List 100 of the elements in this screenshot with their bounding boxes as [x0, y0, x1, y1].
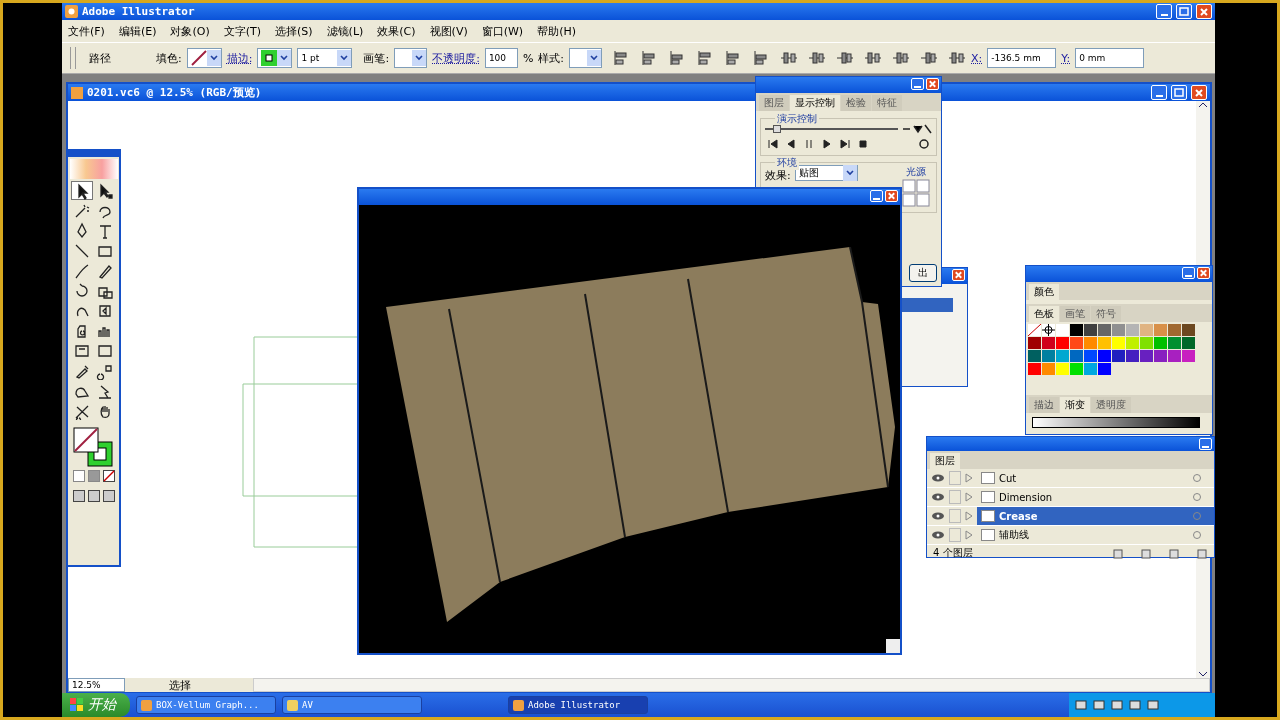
- color-swatch[interactable]: [1112, 350, 1125, 362]
- align-icon[interactable]: [808, 50, 827, 66]
- stroke-dropdown[interactable]: [257, 48, 293, 68]
- panel-tab[interactable]: 渐变: [1060, 397, 1090, 413]
- y-label[interactable]: Y:: [1061, 51, 1071, 65]
- color-swatch[interactable]: [1084, 350, 1097, 362]
- color-swatch[interactable]: [1056, 337, 1069, 349]
- slider-thumb[interactable]: [772, 125, 781, 133]
- eye-icon[interactable]: [931, 473, 945, 483]
- menu-item[interactable]: 帮助(H): [537, 23, 577, 39]
- maximize-button[interactable]: [1171, 85, 1187, 100]
- skip-back-icon[interactable]: [765, 138, 781, 150]
- color-swatch[interactable]: [1098, 350, 1111, 362]
- maximize-button[interactable]: [1176, 4, 1192, 19]
- color-swatch[interactable]: [1042, 363, 1055, 375]
- tool-icon[interactable]: [71, 181, 93, 200]
- minimize-button[interactable]: [870, 190, 883, 202]
- color-swatch[interactable]: [1098, 324, 1111, 336]
- screen-mode-icon[interactable]: [102, 490, 115, 502]
- x-label[interactable]: X:: [971, 51, 983, 65]
- panel-tab[interactable]: 图层: [930, 453, 960, 469]
- stroke-label[interactable]: 描边:: [226, 50, 253, 66]
- color-swatch[interactable]: [1084, 324, 1097, 336]
- fill-stroke-icon[interactable]: [71, 426, 116, 468]
- menu-item[interactable]: 对象(O): [170, 23, 210, 39]
- menu-item[interactable]: 视图(V): [429, 23, 468, 39]
- x-field[interactable]: -136.5 mm: [987, 48, 1057, 68]
- new-layer-icon[interactable]: [1168, 547, 1180, 559]
- color-swatch[interactable]: [1168, 350, 1181, 362]
- color-swatch[interactable]: [1042, 350, 1055, 362]
- scroll-up-icon[interactable]: [1198, 101, 1208, 109]
- eye-icon[interactable]: [931, 492, 945, 502]
- brush-dropdown[interactable]: [394, 48, 428, 68]
- skip-forward-icon[interactable]: [837, 138, 853, 150]
- color-swatch[interactable]: [1056, 324, 1069, 336]
- layer-row[interactable]: Cut: [977, 469, 1214, 487]
- align-icon[interactable]: [864, 50, 883, 66]
- lock-toggle-icon[interactable]: [949, 490, 961, 504]
- color-swatch[interactable]: [1070, 363, 1083, 375]
- minimize-button[interactable]: [1199, 438, 1212, 450]
- new-sublayer-icon[interactable]: [1112, 547, 1124, 559]
- lock-toggle-icon[interactable]: [949, 471, 961, 485]
- none-swatch[interactable]: [1028, 324, 1041, 336]
- panel-tab[interactable]: 描边: [1029, 397, 1059, 413]
- color-swatch[interactable]: [1070, 324, 1083, 336]
- resize-grip-icon[interactable]: [886, 639, 900, 653]
- color-swatch[interactable]: [1098, 337, 1111, 349]
- color-swatch[interactable]: [1126, 350, 1139, 362]
- registration-swatch[interactable]: [1042, 324, 1055, 336]
- start-button[interactable]: 开始: [62, 693, 130, 717]
- color-swatch[interactable]: [1028, 337, 1041, 349]
- color-swatch[interactable]: [1154, 337, 1167, 349]
- horizontal-scrollbar[interactable]: [253, 678, 1210, 692]
- color-swatch[interactable]: [1154, 324, 1167, 336]
- panel-tab[interactable]: 图层: [759, 95, 789, 111]
- color-swatch[interactable]: [1154, 350, 1167, 362]
- panel-tab[interactable]: 符号: [1091, 306, 1121, 322]
- panel-tab[interactable]: 特征: [872, 95, 902, 111]
- close-button[interactable]: [885, 190, 898, 202]
- color-swatch[interactable]: [1112, 324, 1125, 336]
- close-button[interactable]: [1197, 267, 1210, 279]
- color-swatch[interactable]: [1028, 363, 1041, 375]
- menu-item[interactable]: 窗口(W): [481, 23, 524, 39]
- opacity-field[interactable]: 100: [484, 48, 518, 68]
- menu-item[interactable]: 文件(F): [68, 23, 105, 39]
- align-icon[interactable]: [892, 50, 911, 66]
- close-button[interactable]: [1196, 4, 1212, 19]
- taskbar-button[interactable]: Adobe Illustrator: [508, 696, 648, 714]
- color-swatch[interactable]: [1056, 363, 1069, 375]
- close-button[interactable]: [926, 78, 939, 90]
- align-icon[interactable]: [948, 50, 967, 66]
- color-swatch[interactable]: [1140, 350, 1153, 362]
- color-mode-icon[interactable]: [72, 470, 85, 482]
- gradient-bar[interactable]: [1032, 417, 1200, 428]
- menu-item[interactable]: 滤镜(L): [326, 23, 364, 39]
- y-field[interactable]: 0 mm: [1075, 48, 1145, 68]
- lock-toggle-icon[interactable]: [949, 509, 961, 523]
- close-button[interactable]: [1191, 85, 1207, 100]
- fill-dropdown[interactable]: [186, 48, 222, 68]
- minimize-button[interactable]: [1156, 4, 1172, 19]
- color-swatch[interactable]: [1084, 363, 1097, 375]
- color-swatch[interactable]: [1140, 324, 1153, 336]
- color-swatch[interactable]: [1084, 337, 1097, 349]
- color-swatch[interactable]: [1182, 350, 1195, 362]
- color-swatch[interactable]: [1070, 350, 1083, 362]
- color-swatch[interactable]: [1182, 324, 1195, 336]
- color-swatch[interactable]: [1182, 337, 1195, 349]
- screen-mode-icon[interactable]: [72, 490, 85, 502]
- style-dropdown[interactable]: [569, 48, 603, 68]
- menu-item[interactable]: 选择(S): [275, 23, 313, 39]
- color-swatch[interactable]: [1042, 337, 1055, 349]
- taskbar-button[interactable]: BOX-Vellum Graph...: [136, 696, 276, 714]
- align-icon[interactable]: [920, 50, 939, 66]
- zoom-field[interactable]: 12.5%: [68, 678, 125, 692]
- menu-item[interactable]: 文字(T): [223, 23, 262, 39]
- output-button[interactable]: 出: [909, 264, 937, 282]
- eye-icon[interactable]: [931, 511, 945, 521]
- color-swatch[interactable]: [1028, 350, 1041, 362]
- align-icon[interactable]: [780, 50, 799, 66]
- curve-icon[interactable]: [902, 124, 932, 134]
